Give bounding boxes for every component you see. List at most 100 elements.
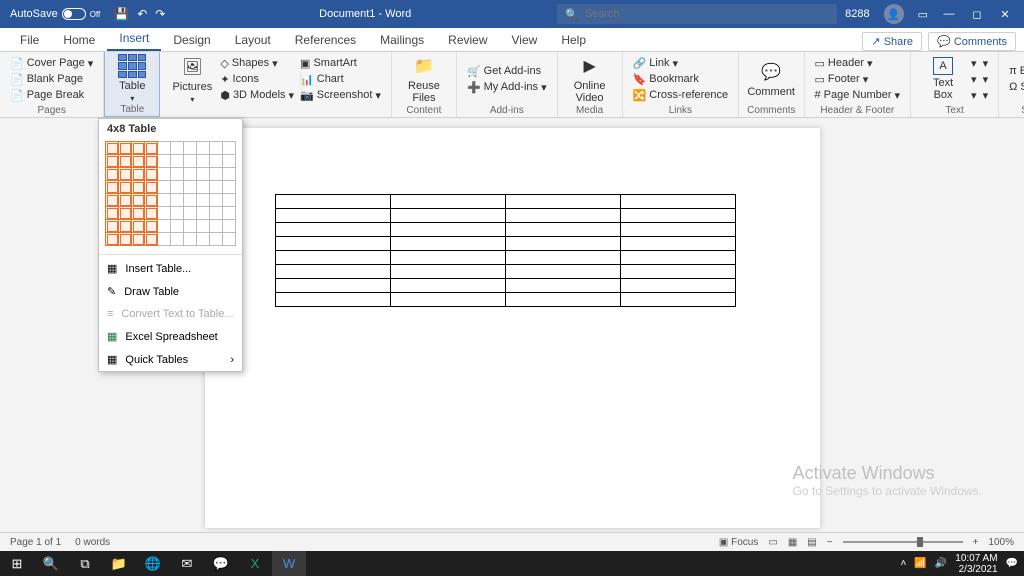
share-button[interactable]: ↗ Share: [862, 32, 922, 51]
grid-icon: ▦: [107, 353, 117, 366]
tray-chevron-icon[interactable]: ˄: [901, 558, 907, 569]
autosave-toggle[interactable]: [62, 8, 86, 20]
tab-references[interactable]: References: [283, 29, 368, 51]
table-button[interactable]: Table▾: [113, 54, 151, 103]
zoom-out-icon[interactable]: −: [827, 537, 833, 548]
print-layout-icon[interactable]: ▦: [788, 537, 797, 548]
ribbon-display-icon[interactable]: ▭: [918, 8, 928, 21]
convert-text-menuitem: ≡Convert Text to Table...: [99, 303, 242, 325]
web-layout-icon[interactable]: ▤: [807, 537, 816, 548]
shapes-button[interactable]: ◇ Shapes ▾: [218, 56, 296, 71]
save-icon[interactable]: 💾: [114, 7, 129, 21]
activate-watermark: Activate Windows Go to Settings to activ…: [793, 463, 982, 498]
redo-icon[interactable]: ↷: [155, 7, 165, 21]
tab-insert[interactable]: Insert: [107, 27, 161, 51]
tab-layout[interactable]: Layout: [223, 29, 283, 51]
wifi-icon[interactable]: 📶: [914, 558, 926, 569]
chevron-right-icon: ›: [230, 354, 234, 366]
my-addins-button[interactable]: ➕ My Add-ins ▾: [465, 80, 549, 95]
start-button[interactable]: ⊞: [0, 551, 34, 576]
equation-button[interactable]: π Equation ▾: [1007, 64, 1024, 79]
document-page[interactable]: [205, 128, 820, 528]
autosave-label: AutoSave: [10, 8, 58, 20]
3d-models-button[interactable]: ⬢ 3D Models ▾: [218, 88, 296, 103]
user-label: 8288: [845, 8, 869, 20]
group-symbols: Symbols: [1007, 104, 1024, 117]
tab-design[interactable]: Design: [161, 29, 222, 51]
tab-home[interactable]: Home: [51, 29, 107, 51]
chart-button[interactable]: 📊 Chart: [298, 72, 383, 87]
mail-icon[interactable]: ✉: [170, 551, 204, 576]
zoom-slider[interactable]: [843, 541, 963, 543]
table-dropdown: 4x8 Table ▦Insert Table... ✎Draw Table ≡…: [98, 118, 243, 372]
close-icon[interactable]: ✕: [998, 8, 1012, 21]
explorer-icon[interactable]: 📁: [102, 551, 136, 576]
table-grid-picker[interactable]: [99, 139, 242, 252]
tab-view[interactable]: View: [500, 29, 550, 51]
screenshot-button[interactable]: 📷 Screenshot ▾: [298, 88, 383, 103]
maximize-icon[interactable]: ◻: [970, 8, 984, 21]
draw-table-menuitem[interactable]: ✎Draw Table: [99, 280, 242, 303]
word-taskbar-icon[interactable]: W: [272, 551, 306, 576]
comments-button[interactable]: 💬 Comments: [928, 32, 1016, 51]
tab-file[interactable]: File: [8, 29, 51, 51]
group-table: Table: [113, 103, 151, 116]
search-icon: 🔍: [565, 8, 579, 21]
chrome-icon[interactable]: 🌐: [136, 551, 170, 576]
document-table[interactable]: [275, 194, 736, 307]
cover-page-button[interactable]: 📄 Cover Page ▾: [8, 56, 95, 71]
zoom-in-icon[interactable]: +: [973, 537, 979, 548]
tab-help[interactable]: Help: [549, 29, 598, 51]
group-header-footer: Header & Footer: [813, 104, 903, 117]
word-count[interactable]: 0 words: [75, 537, 110, 548]
comment-button[interactable]: 💬Comment: [747, 54, 795, 104]
whatsapp-icon[interactable]: 💬: [204, 551, 238, 576]
reuse-files-button[interactable]: 📁Reuse Files: [400, 54, 448, 104]
undo-icon[interactable]: ↶: [137, 7, 147, 21]
document-title: Document1 - Word: [173, 8, 557, 20]
taskview-icon[interactable]: ⧉: [68, 551, 102, 576]
tab-review[interactable]: Review: [436, 29, 499, 51]
smartart-button[interactable]: ▣ SmartArt: [298, 56, 383, 71]
header-button[interactable]: ▭ Header ▾: [813, 56, 903, 71]
excel-taskbar-icon[interactable]: X: [238, 551, 272, 576]
link-button[interactable]: 🔗 Link ▾: [631, 56, 731, 71]
pencil-icon: ✎: [107, 285, 116, 298]
excel-spreadsheet-menuitem[interactable]: ▦Excel Spreadsheet: [99, 325, 242, 348]
clock[interactable]: 10:07 AM2/3/2021: [955, 553, 997, 575]
cross-reference-button[interactable]: 🔀 Cross-reference: [631, 88, 731, 103]
tab-mailings[interactable]: Mailings: [368, 29, 436, 51]
text-box-button[interactable]: AText Box: [919, 54, 967, 104]
group-comments: Comments: [747, 104, 795, 117]
focus-button[interactable]: ▣ Focus: [719, 537, 758, 548]
bookmark-button[interactable]: 🔖 Bookmark: [631, 72, 731, 87]
page-status[interactable]: Page 1 of 1: [10, 537, 61, 548]
pictures-button[interactable]: 🖼Pictures▾: [168, 54, 216, 104]
search-box[interactable]: 🔍: [557, 4, 837, 24]
page-break-button[interactable]: 📄 Page Break: [8, 88, 95, 103]
icons-button[interactable]: ✦ Icons: [218, 72, 296, 87]
quick-tables-menuitem[interactable]: ▦Quick Tables›: [99, 348, 242, 371]
excel-icon: ▦: [107, 330, 117, 343]
notifications-icon[interactable]: 💬: [1006, 558, 1018, 569]
avatar[interactable]: 👤: [884, 4, 904, 24]
table-size-label: 4x8 Table: [99, 119, 242, 139]
group-content: Content: [400, 104, 448, 117]
autosave-state: Off: [90, 10, 101, 19]
search-taskbar-icon[interactable]: 🔍: [34, 551, 68, 576]
footer-button[interactable]: ▭ Footer ▾: [813, 72, 903, 87]
zoom-level[interactable]: 100%: [988, 537, 1014, 548]
group-text: Text: [919, 104, 990, 117]
search-input[interactable]: [585, 8, 829, 20]
page-number-button[interactable]: # Page Number ▾: [813, 88, 903, 103]
symbol-button[interactable]: Ω Symbol ▾: [1007, 80, 1024, 95]
online-video-button[interactable]: ▶Online Video: [566, 54, 614, 104]
get-addins-button[interactable]: 🛒 Get Add-ins: [465, 64, 549, 79]
minimize-icon[interactable]: —: [942, 8, 956, 20]
insert-table-menuitem[interactable]: ▦Insert Table...: [99, 257, 242, 280]
blank-page-button[interactable]: 📄 Blank Page: [8, 72, 95, 87]
read-mode-icon[interactable]: ▭: [768, 537, 777, 548]
convert-icon: ≡: [107, 308, 113, 320]
volume-icon[interactable]: 🔊: [935, 558, 947, 569]
group-pages: Pages: [8, 104, 95, 117]
